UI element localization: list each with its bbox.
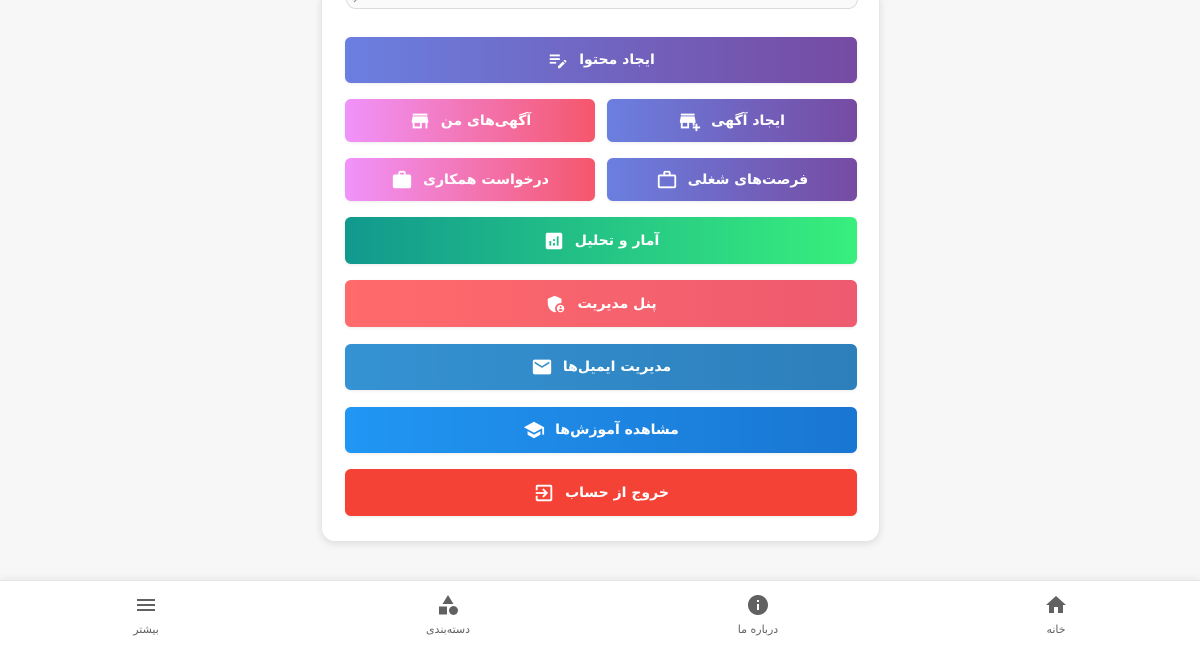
cooperation-request-button[interactable]: درخواست همکاری [345,158,595,201]
bottom-navigation: خانه درباره ما دسته‌بندی بیشتر [0,580,1200,652]
email-management-label: مدیریت ایمیل‌ها [562,359,672,375]
nav-more-label: بیشتر [133,623,159,636]
create-content-button[interactable]: ایجاد محتوا [345,37,857,83]
analytics-label: آمار و تحلیل [574,232,660,249]
create-content-label: ایجاد محتوا [579,52,655,68]
analytics-chart-icon [545,232,562,249]
nav-item-about[interactable]: درباره ما [698,593,818,636]
resize-handle-icon [352,0,357,3]
mail-icon [532,359,552,375]
cooperation-request-label: درخواست همکاری [423,171,549,188]
work-outline-icon [657,170,676,188]
job-opportunities-button[interactable]: فرصت‌های شغلی [607,158,857,201]
admin-panel-label: پنل مدیریت [577,295,657,312]
nav-home-label: خانه [1046,623,1066,636]
edit-note-icon [550,54,567,69]
create-ad-button[interactable]: ایجاد آگهی [607,99,857,142]
my-ads-label: آگهی‌های من [440,112,532,129]
nav-categories-label: دسته‌بندی [425,623,471,636]
create-ad-label: ایجاد آگهی [711,112,785,129]
info-icon [748,595,768,615]
top-input-field[interactable] [346,0,858,9]
nav-about-label: درباره ما [737,623,779,636]
admin-shield-icon [548,295,565,312]
analytics-button[interactable]: آمار و تحلیل [345,217,857,264]
email-management-button[interactable]: مدیریت ایمیل‌ها [345,344,857,390]
logout-label: خروج از حساب [565,484,669,501]
nav-item-home[interactable]: خانه [996,593,1116,636]
storefront-icon [411,113,429,128]
view-tutorials-button[interactable]: مشاهده آموزش‌ها [345,407,857,453]
logout-icon [535,484,553,501]
my-ads-button[interactable]: آگهی‌های من [345,99,595,142]
job-opportunities-label: فرصت‌های شغلی [687,171,809,188]
school-icon [524,421,545,439]
nav-item-more[interactable]: بیشتر [86,593,206,636]
nav-item-categories[interactable]: دسته‌بندی [388,593,508,636]
home-icon [1046,596,1066,613]
briefcase-icon [392,170,412,188]
logout-button[interactable]: خروج از حساب [345,469,857,516]
view-tutorials-label: مشاهده آموزش‌ها [555,422,679,438]
menu-icon [137,599,155,611]
category-shapes-icon [439,595,458,615]
add-business-icon [680,113,701,131]
admin-panel-button[interactable]: پنل مدیریت [345,280,857,327]
